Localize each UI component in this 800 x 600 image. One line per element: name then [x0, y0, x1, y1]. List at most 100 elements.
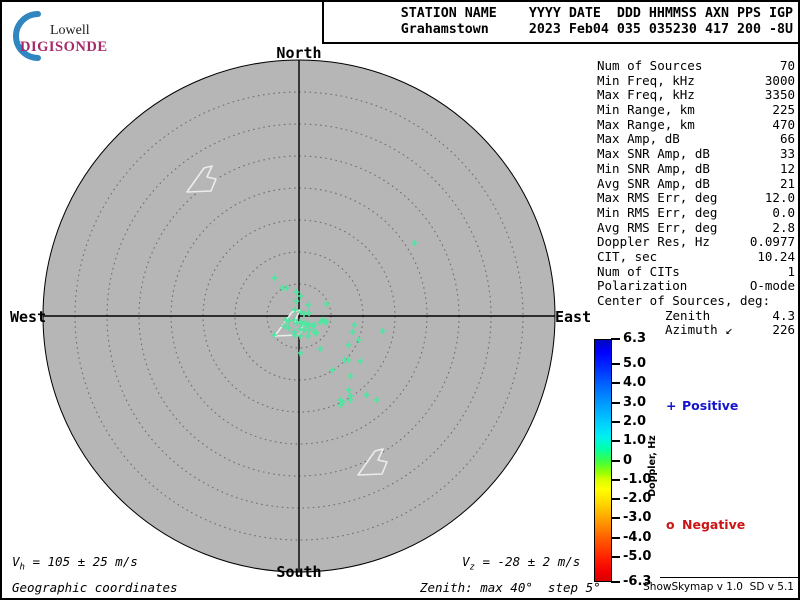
compass-label-north: North: [276, 44, 322, 62]
colorbar-tick: [611, 478, 620, 481]
info-row: Polarization O-mode: [597, 279, 795, 294]
info-row-label: CIT, sec: [597, 248, 658, 264]
colorbar-tick: [611, 338, 620, 340]
info-panel: Num of Sources 70 Min Freq, kHz 3000 Max Fre…: [597, 58, 795, 338]
info-row-label: Num of CITs: [597, 263, 680, 279]
info-row: Min Freq, kHz 3000: [597, 72, 795, 89]
info-row: Max SNR Amp, dB 33: [597, 146, 795, 162]
info-row-value: 12.0: [764, 190, 795, 206]
info-row-value: 66: [779, 131, 795, 147]
info-row-value: 0.0977: [749, 234, 795, 250]
info-row-label: Max Amp, dB: [597, 131, 680, 147]
compass-label-east: East: [555, 308, 592, 326]
info-row: Min Range, km 225: [597, 102, 795, 118]
colorbar-tick: [611, 536, 620, 539]
colorbar-tick-label: 5.0: [623, 356, 647, 372]
vh-symbol: V: [12, 554, 20, 569]
info-row-value: 12: [779, 160, 795, 176]
info-row-label: Avg RMS Err, deg: [597, 219, 718, 235]
info-row-label: Polarization: [597, 278, 688, 294]
info-row: Num of CITs 1: [597, 263, 795, 280]
info-row: Max RMS Err, deg 12.0: [597, 190, 795, 206]
info-row: Avg SNR Amp, dB 21: [597, 175, 795, 192]
info-row-label: Azimuth ↙: [665, 322, 733, 338]
version-cell-divider: [660, 577, 798, 578]
doppler-colorbar: [594, 339, 612, 582]
info-row-label: Min RMS Err, deg: [597, 204, 718, 220]
info-row: Max Amp, dB 66: [597, 132, 795, 147]
colorbar-tick-label: 0: [623, 452, 633, 468]
info-row-value: 470: [772, 116, 795, 132]
station-header-row2: Grahamstown 2023 Feb04 035 035230 417 20…: [400, 22, 793, 37]
info-row-label: Min Freq, kHz: [597, 72, 695, 88]
info-row-label: Avg SNR Amp, dB: [597, 175, 710, 191]
colorbar-tick-label: 3.0: [623, 394, 647, 410]
colorbar-tick: [611, 459, 620, 462]
info-row-label: Num of Sources: [597, 58, 703, 73]
info-row: CIT, sec 10.24: [597, 248, 795, 265]
horizontal-velocity-readout: Vh = 105 ± 25 m/s: [12, 554, 138, 573]
info-row-label: Max Range, km: [597, 116, 695, 132]
info-row-value: 0.0: [772, 204, 795, 220]
circle-marker-icon: o: [666, 517, 675, 532]
station-header: STATION NAME YYYY DATE DDD HHMMSS AXN PP…: [401, 6, 793, 38]
info-row-label: Zenith: [665, 307, 711, 323]
logo-text-digisonde: DIGISONDE: [20, 39, 108, 55]
colorbar-axis-label: Doppler, Hz: [647, 435, 658, 497]
info-row-value: 2.8: [772, 219, 795, 235]
info-row-label: Max Freq, kHz: [597, 87, 695, 103]
info-row-value: 21: [779, 175, 795, 191]
info-row-value: 226: [772, 322, 795, 338]
info-row-value: 1: [787, 263, 795, 279]
app-version: ShowSkymap v 1.0 SD v 5.1: [643, 581, 794, 593]
plus-marker-icon: +: [666, 398, 677, 413]
colorbar-tick: [611, 363, 620, 366]
info-row: Zenith 4.3: [597, 307, 795, 324]
vh-value: = 105 ± 25 m/s: [24, 554, 138, 569]
info-row-value: O-mode: [749, 278, 795, 294]
colorbar-tick: [611, 498, 620, 501]
colorbar-tick: [611, 581, 620, 583]
zenith-scale-label: Zenith: max 40° step 5°: [420, 580, 601, 595]
info-row: Max Range, km 470: [597, 116, 795, 133]
info-row: Center of Sources, deg:: [597, 293, 795, 309]
info-row-value: 225: [772, 102, 795, 118]
station-header-row1: STATION NAME YYYY DATE DDD HHMMSS AXN PP…: [400, 6, 793, 21]
colorbar-tick-label: -5.0: [623, 548, 652, 564]
coordinates-label: Geographic coordinates: [12, 580, 178, 595]
info-row-label: Max RMS Err, deg: [597, 190, 718, 206]
legend-negative: o Negative: [666, 517, 745, 532]
info-row-value: 4.3: [772, 307, 795, 323]
info-row-label: Doppler Res, Hz: [597, 234, 710, 250]
info-row-value: 3000: [764, 72, 795, 88]
colorbar-tick-label: 2.0: [623, 413, 647, 429]
vertical-velocity-readout: Vz = -28 ± 2 m/s: [462, 554, 580, 573]
logo-text-lowell: Lowell: [50, 23, 90, 38]
colorbar-tick: [611, 440, 620, 443]
info-row: Min RMS Err, deg 0.0: [597, 204, 795, 221]
header-vertical-divider: [322, 2, 324, 42]
colorbar-tick: [611, 382, 620, 385]
info-row: Avg RMS Err, deg 2.8: [597, 219, 795, 236]
colorbar-tick: [611, 420, 620, 423]
info-row-label: Min Range, km: [597, 102, 695, 118]
info-row-value: 10.24: [757, 248, 795, 264]
info-row-label: Min SNR Amp, dB: [597, 160, 710, 176]
legend-positive: + Positive: [666, 398, 738, 413]
info-row-label: Max SNR Amp, dB: [597, 146, 710, 162]
colorbar-tick-label: -4.0: [623, 529, 652, 545]
info-row-label: Center of Sources, deg:: [597, 293, 771, 308]
info-row: Min SNR Amp, dB 12: [597, 160, 795, 177]
header-horizontal-divider: [322, 42, 798, 44]
colorbar-tick: [611, 401, 620, 404]
compass-label-south: South: [276, 563, 322, 581]
skymap-window: Lowell DIGISONDE STATION NAME YYYY DATE …: [0, 0, 800, 600]
lowell-digisonde-logo: Lowell DIGISONDE: [8, 6, 128, 62]
info-row: Max Freq, kHz 3350: [597, 88, 795, 103]
vz-symbol: V: [462, 554, 470, 569]
info-row-value: 70: [779, 58, 795, 73]
info-row: Doppler Res, Hz 0.0977: [597, 235, 795, 250]
vz-value: = -28 ± 2 m/s: [474, 554, 581, 569]
colorbar-tick-label: 1.0: [623, 433, 647, 449]
compass-label-west: West: [10, 308, 47, 326]
